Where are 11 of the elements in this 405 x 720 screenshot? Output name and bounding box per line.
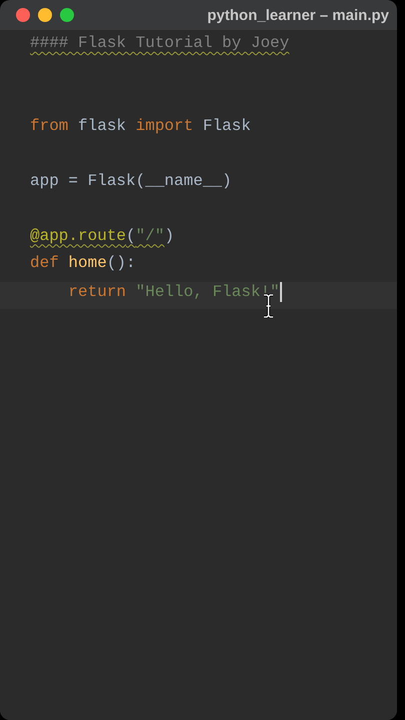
minimize-icon[interactable] [38,8,52,22]
code-line: from flask import Flask [30,116,251,134]
code-line: def home(): [30,254,136,272]
code-line: app = Flask(__name__) [30,172,232,190]
code-line: return "Hello, Flask!" [67,282,280,301]
text-caret [280,282,282,302]
close-icon[interactable] [16,8,30,22]
code-line: #### Flask Tutorial by Joey [30,34,290,52]
window-title: python_learner – main.py [207,6,389,24]
maximize-icon[interactable] [60,8,74,22]
code-line: @app.route("/") [30,226,174,244]
